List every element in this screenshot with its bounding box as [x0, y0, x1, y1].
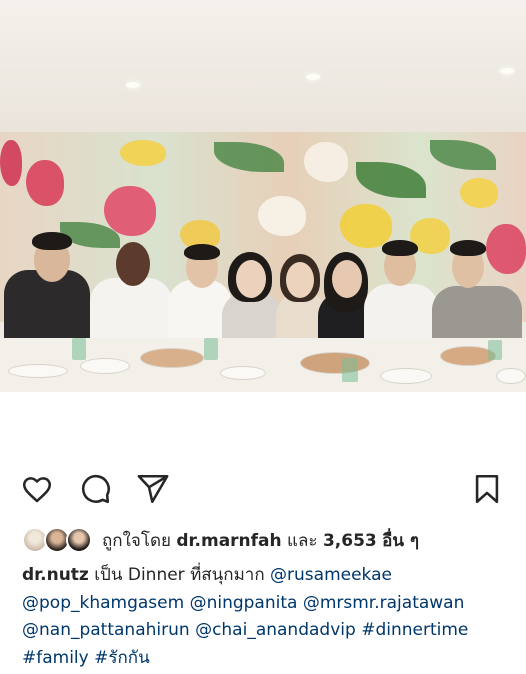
mention-link[interactable]: @nan_pattanahirun	[22, 620, 190, 640]
like-button[interactable]	[18, 470, 56, 508]
liked-by-label: ถูกใจโดย	[102, 530, 171, 551]
heart-icon	[22, 477, 52, 503]
mention-link[interactable]: @ningpanita	[190, 593, 298, 613]
post-photo[interactable]	[0, 0, 526, 392]
caption-username[interactable]: dr.nutz	[22, 565, 89, 585]
comment-icon	[81, 474, 110, 504]
save-button[interactable]	[468, 470, 506, 508]
ceiling-light	[126, 82, 140, 88]
bookmark-icon	[475, 474, 499, 504]
avatar	[66, 527, 92, 553]
ceiling	[0, 0, 526, 140]
likes-summary: ถูกใจโดย dr.marnfah และ 3,653 อื่น ๆ	[102, 527, 419, 554]
share-button[interactable]	[134, 470, 172, 508]
liker-avatars	[22, 525, 98, 555]
hashtag-link[interactable]: #รักกัน	[94, 648, 150, 668]
dinner-table	[0, 338, 526, 392]
mention-link[interactable]: @pop_khamgasem	[22, 593, 184, 613]
others-label[interactable]: อื่น ๆ	[382, 531, 419, 551]
mention-link[interactable]: @rusameekae	[270, 565, 392, 585]
mention-link[interactable]: @mrsmr.rajatawan	[303, 593, 465, 613]
post-actions	[0, 462, 526, 516]
and-label: และ	[287, 530, 318, 551]
likes-row[interactable]: ถูกใจโดย dr.marnfah และ 3,653 อื่น ๆ	[22, 522, 419, 558]
comment-button[interactable]	[76, 470, 114, 508]
likes-count[interactable]: 3,653	[323, 531, 377, 551]
mention-link[interactable]: @chai_anandadvip	[195, 620, 356, 640]
send-icon	[137, 474, 169, 504]
ceiling-light	[306, 74, 320, 80]
post-caption: dr.nutz เป็น Dinner ที่สนุกมาก @rusameek…	[22, 562, 512, 672]
ceiling-light	[500, 68, 514, 74]
hashtag-link[interactable]: #family	[22, 648, 89, 668]
hashtag-link[interactable]: #dinnertime	[361, 620, 468, 640]
liked-by-username[interactable]: dr.marnfah	[176, 531, 281, 551]
caption-text: เป็น Dinner ที่สนุกมาก	[94, 565, 265, 585]
